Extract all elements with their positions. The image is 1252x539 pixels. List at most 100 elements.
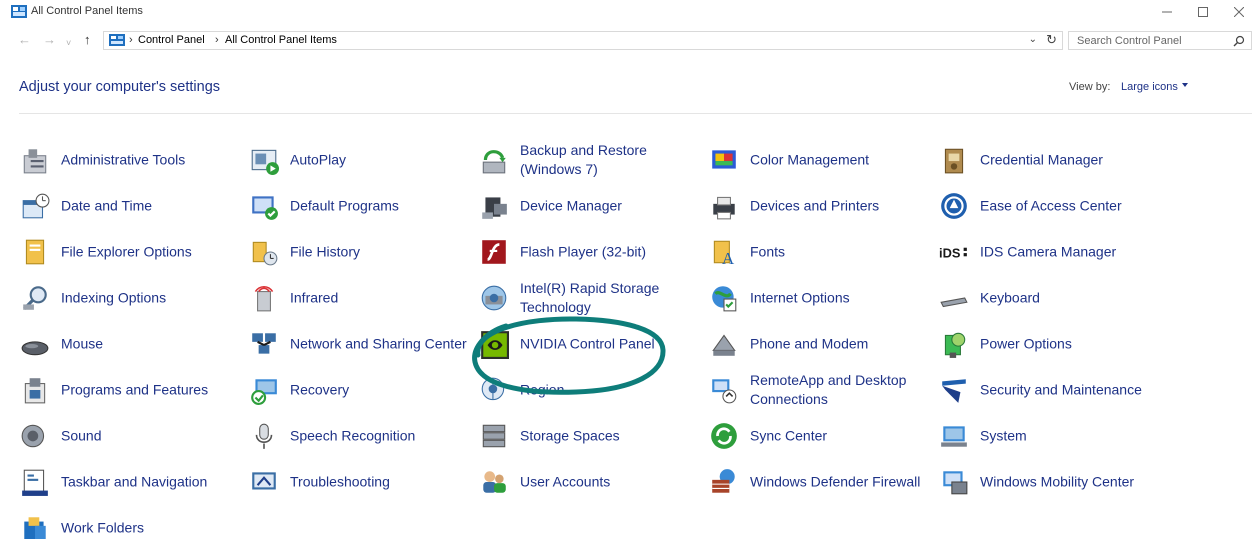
mouse-icon — [21, 341, 49, 356]
search-placeholder: Search Control Panel — [1077, 35, 1182, 47]
control-panel-item[interactable]: Windows Defender Firewall — [709, 462, 929, 502]
breadcrumb-separator-icon: › — [129, 34, 133, 46]
control-panel-item[interactable]: Troubleshooting — [249, 462, 469, 502]
breadcrumb-separator-icon: › — [215, 34, 219, 46]
control-panel-item[interactable]: Default Programs — [249, 186, 469, 226]
control-panel-item[interactable]: Credential Manager — [939, 140, 1159, 180]
view-by-dropdown[interactable]: Large icons — [1121, 81, 1178, 93]
control-panel-item[interactable]: Backup and Restore (Windows 7) — [479, 140, 699, 180]
recovery-icon — [251, 379, 277, 405]
control-panel-item[interactable]: Keyboard — [939, 278, 1159, 318]
device-manager-icon — [482, 197, 507, 219]
refresh-icon[interactable]: ↻ — [1046, 32, 1057, 48]
speech-recognition-icon — [255, 423, 273, 449]
ease-of-access-icon — [941, 193, 967, 219]
control-panel-item[interactable]: Infrared — [249, 278, 469, 318]
item-label: Indexing Options — [61, 289, 167, 306]
control-panel-item[interactable]: Taskbar and Navigation — [20, 462, 240, 502]
control-panel-item[interactable]: Mouse — [20, 324, 240, 364]
up-arrow-icon[interactable]: ↑ — [84, 32, 91, 48]
control-panel-item[interactable]: File History — [249, 232, 469, 272]
item-label: AutoPlay — [290, 151, 347, 168]
breadcrumb-control-panel[interactable]: Control Panel — [138, 34, 205, 46]
chevron-down-icon[interactable]: ⌄ — [1029, 34, 1037, 45]
control-panel-item[interactable]: Windows Mobility Center — [939, 462, 1159, 502]
control-panel-item[interactable]: AutoPlay — [249, 140, 469, 180]
back-arrow-icon[interactable]: ← — [18, 32, 31, 48]
credential-manager-icon — [944, 148, 964, 174]
internet-options-icon — [712, 286, 737, 312]
item-label: RemoteApp and Desktop Connections — [750, 372, 907, 407]
region-icon — [481, 377, 505, 401]
item-label: User Accounts — [520, 473, 611, 490]
infrared-icon — [254, 285, 274, 312]
minimize-button[interactable] — [1152, 3, 1182, 21]
remoteapp-icon — [712, 379, 737, 404]
control-panel-item[interactable]: System — [939, 416, 1159, 456]
control-panel-item[interactable]: Sound — [20, 416, 240, 456]
keyboard-icon — [940, 297, 968, 308]
control-panel-item[interactable]: Internet Options — [709, 278, 929, 318]
control-panel-item[interactable]: Device Manager — [479, 186, 699, 226]
control-panel-item[interactable]: A Fonts — [709, 232, 929, 272]
control-panel-item[interactable]: Storage Spaces — [479, 416, 699, 456]
control-panel-item[interactable]: Recovery — [249, 370, 469, 410]
control-panel-item[interactable]: Indexing Options — [20, 278, 240, 318]
item-label: Sound — [61, 427, 102, 444]
maximize-icon — [1198, 7, 1208, 17]
search-box[interactable]: Search Control Panel — [1068, 31, 1252, 50]
control-panel-item[interactable]: Administrative Tools — [20, 140, 240, 180]
recent-locations-icon[interactable]: ˅ — [66, 35, 71, 51]
intel-storage-icon — [481, 285, 507, 311]
control-panel-item[interactable]: File Explorer Options — [20, 232, 240, 272]
control-panel-item[interactable]: User Accounts — [479, 462, 699, 502]
control-panel-item[interactable]: Intel(R) Rapid Storage Technology — [479, 278, 699, 318]
control-panel-item[interactable]: Security and Maintenance — [939, 370, 1159, 410]
control-panel-item[interactable]: Power Options — [939, 324, 1159, 364]
control-panel-item[interactable]: Sync Center — [709, 416, 929, 456]
color-management-icon — [712, 150, 736, 169]
item-label: Programs and Features — [61, 381, 209, 398]
forward-arrow-icon[interactable]: → — [43, 32, 56, 48]
sync-center-icon — [711, 423, 737, 449]
item-label: Infrared — [290, 289, 339, 306]
mobility-center-icon — [943, 471, 968, 495]
control-panel-item[interactable]: Programs and Features — [20, 370, 240, 410]
control-panel-item[interactable]: Region — [479, 370, 699, 410]
item-label: File Explorer Options — [61, 243, 192, 260]
control-panel-item[interactable]: Color Management — [709, 140, 929, 180]
item-label: Phone and Modem — [750, 335, 869, 352]
control-panel-item[interactable]: Network and Sharing Center — [249, 324, 469, 364]
item-label: File History — [290, 243, 361, 260]
control-panel-item[interactable]: Work Folders — [20, 508, 240, 539]
view-by-caret-icon[interactable] — [1182, 83, 1188, 87]
control-panel-item[interactable]: Speech Recognition — [249, 416, 469, 456]
control-panel-item[interactable]: Date and Time — [20, 186, 240, 226]
close-button[interactable] — [1224, 3, 1252, 21]
control-panel-item[interactable]: Phone and Modem — [709, 324, 929, 364]
control-panel-item[interactable]: NVIDIA Control Panel — [479, 324, 699, 364]
nvidia-icon — [481, 331, 509, 359]
control-panel-item[interactable]: Ease of Access Center — [939, 186, 1159, 226]
control-panel-icon — [109, 34, 125, 46]
item-label: Network and Sharing Center — [290, 335, 467, 352]
system-icon — [941, 426, 967, 447]
breadcrumb-all-items[interactable]: All Control Panel Items — [225, 34, 337, 46]
item-label: Internet Options — [750, 289, 850, 306]
control-panel-icon — [11, 5, 27, 18]
indexing-options-icon — [23, 286, 47, 310]
search-icon[interactable] — [1233, 35, 1245, 47]
minimize-icon — [1162, 11, 1172, 13]
item-label: System — [980, 427, 1027, 444]
control-panel-item[interactable]: Flash Player (32-bit) — [479, 232, 699, 272]
control-panel-item[interactable]: Devices and Printers — [709, 186, 929, 226]
window-title: All Control Panel Items — [31, 5, 143, 17]
maximize-button[interactable] — [1188, 3, 1218, 21]
address-bar[interactable]: › Control Panel › All Control Panel Item… — [103, 31, 1063, 50]
item-label: Recovery — [290, 381, 350, 398]
ids-camera-icon: iDS — [939, 245, 967, 260]
work-folders-icon — [24, 517, 46, 539]
control-panel-item[interactable]: iDS IDS Camera Manager — [939, 232, 1159, 272]
control-panel-item[interactable]: RemoteApp and Desktop Connections — [709, 370, 929, 410]
item-label: Device Manager — [520, 197, 622, 214]
